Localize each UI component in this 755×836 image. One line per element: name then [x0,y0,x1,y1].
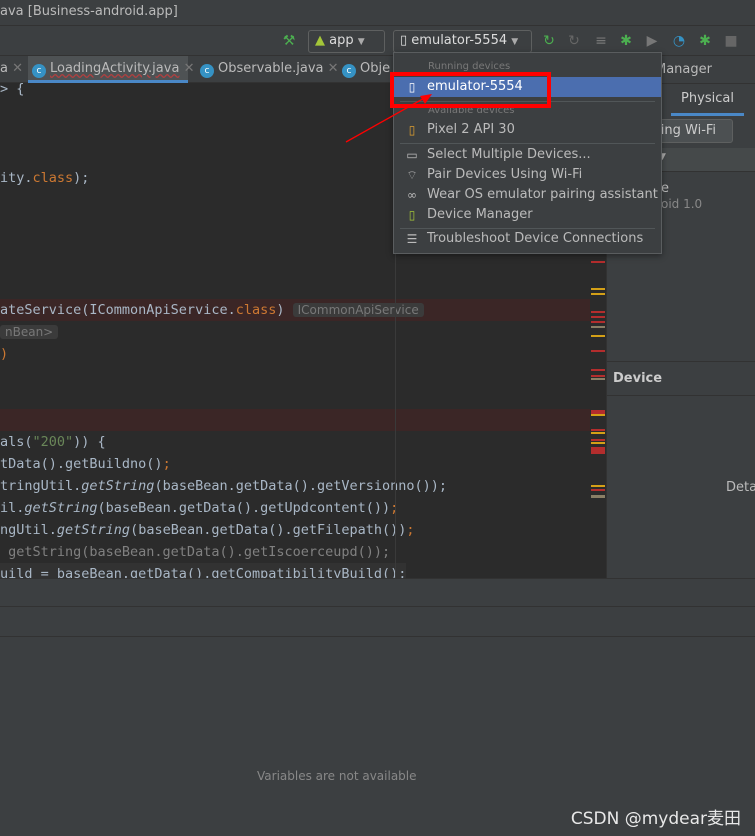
watermark: CSDN @mydear麦田 [570,809,741,829]
tab-object[interactable]: c Obje [338,56,394,83]
class-icon: c [200,64,214,78]
menu-item-label: Device Manager [427,207,533,222]
panel-title: Manager [655,62,712,77]
device-manager-icon: ▯ [408,208,416,222]
window-title: ava [Business-android.app] [0,4,178,19]
android-icon: ▲ [315,33,325,48]
multi-device-icon: ▭ [406,148,418,162]
wifi-icon: ⌔ [406,168,418,182]
class-icon: c [32,64,46,78]
tab-label: a [0,61,8,76]
run-config-dropdown[interactable]: ▲ app ▼ [308,30,385,53]
code-line: ngUtil.getString(baseBean.getData().getF… [0,522,415,538]
attach-icon[interactable]: ▶ [645,33,659,49]
tab-label: Observable.java [218,61,324,76]
code-line: ateService(ICommonApiService.class) ICom… [0,299,424,321]
debug-icon[interactable]: ✱ [619,33,633,49]
tab-observable[interactable]: c Observable.java ✕ [196,56,343,83]
link-icon: ∞ [407,188,417,202]
button-label: sing Wi-Fi [654,123,717,138]
menu-item-device-manager[interactable]: ▯ Device Manager [394,205,661,225]
tab-label: Obje [360,61,391,76]
logcat-icon[interactable]: ≡ [594,33,608,49]
menu-item-label: Wear OS emulator pairing assistant [427,187,658,202]
chevron-down-icon: ▼ [357,37,365,47]
phone-icon: ▯ [400,33,408,48]
menu-item-troubleshoot[interactable]: ☰ Troubleshoot Device Connections [394,229,661,249]
menu-item-label: Pair Devices Using Wi-Fi [427,167,583,182]
running-devices-header: Running devices [428,61,511,72]
device-api: oid 1.0 [661,197,703,211]
annotation-arrow [345,94,432,143]
device-name[interactable]: e [661,181,669,196]
apply-code-changes-icon[interactable]: ↻ [567,33,581,49]
code-line: ity.class); [0,170,90,186]
close-icon[interactable]: ✕ [184,61,195,76]
attach-debugger-icon[interactable]: ✱ [698,33,712,49]
menu-item-label: Pixel 2 API 30 [427,122,515,137]
tab-physical[interactable]: Physical [671,86,744,116]
chevron-down-icon: ▼ [511,37,519,47]
device-section-header: Device [607,361,755,396]
build-hammer-icon[interactable]: ⚒ [282,33,296,49]
device-dropdown[interactable]: ▯ emulator-5554 ▼ [393,30,532,53]
code-line: il.getString(baseBean.getData().getUpdco… [0,500,398,516]
menu-item-wear-os[interactable]: ∞ Wear OS emulator pairing assistant [394,185,661,205]
code-line: > { [0,83,25,97]
title-bar: ava [Business-android.app] [0,0,755,26]
tab-label: Physical [681,91,734,106]
menu-item-select-multiple[interactable]: ▭ Select Multiple Devices... [394,145,661,165]
tab-loading-activity[interactable]: c LoadingActivity.java ✕ [28,56,194,83]
variables-empty-text: Variables are not available [257,769,417,783]
code-line: tringUtil.getString(baseBean.getData().g… [0,478,448,494]
close-icon[interactable]: ✕ [328,61,339,76]
code-line: getString(baseBean.getData().getIscoerce… [0,544,391,560]
details-text: Detai [726,480,755,495]
stop-icon[interactable]: ■ [724,33,738,49]
class-icon: c [342,64,356,78]
code-line: als("200")) { [0,434,106,450]
debugger-panel: Variables are not available [0,578,755,836]
run-config-label: app [329,33,354,48]
code-line: nBean> [0,321,59,343]
tab-prev[interactable]: a ✕ [0,56,27,83]
type-hint: ICommonApiService [292,303,424,317]
profiler-icon[interactable]: ◔ [672,33,686,49]
code-line: ) [0,346,9,362]
tab-label: LoadingActivity.java [50,61,180,76]
menu-item-pair-wifi[interactable]: ⌔ Pair Devices Using Wi-Fi [394,165,661,185]
code-line: tData().getBuildno(); [0,456,171,472]
list-icon: ☰ [406,232,418,246]
menu-item-label: Troubleshoot Device Connections [427,231,644,246]
close-icon[interactable]: ✕ [12,61,23,76]
error-line-highlight [0,409,590,431]
device-label: emulator-5554 [411,33,508,48]
type-hint: nBean> [0,325,59,339]
apply-changes-icon[interactable]: ↻ [542,33,556,49]
code-line: uild = baseBean.getData().getCompatibili… [0,563,407,578]
menu-item-label: Select Multiple Devices... [427,147,591,162]
